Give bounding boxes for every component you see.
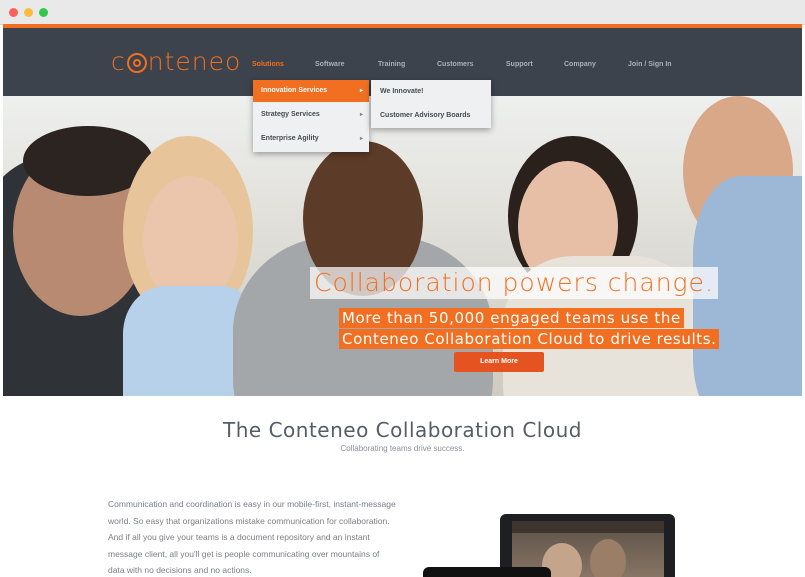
chevron-right-icon: ▸: [359, 136, 363, 142]
section-body-text: Communication and coordination is easy i…: [108, 499, 396, 575]
submenu-item-label: We Innovate!: [380, 88, 424, 95]
learn-more-button[interactable]: Learn More: [454, 352, 544, 372]
tablet-device: [423, 567, 551, 577]
section-subtitle: Collaborating teams drive success.: [340, 444, 465, 453]
dropdown-item-enterprise-agility[interactable]: Enterprise Agility ▸: [253, 128, 369, 150]
dropdown-item-strategy-services[interactable]: Strategy Services ▸: [253, 104, 369, 126]
hero-headline: Collaboration powers change.: [310, 267, 718, 299]
logo-target-icon: [126, 53, 147, 73]
conteneo-logo[interactable]: c nteneo: [111, 47, 241, 76]
chevron-right-icon: ▸: [359, 112, 363, 118]
hero-banner: Collaboration powers change. More than 5…: [3, 96, 802, 396]
page-frame: c nteneo Solutions Software Training Cust…: [3, 24, 802, 577]
submenu-item-label: Customer Advisory Boards: [380, 112, 471, 119]
chevron-right-icon: ▸: [359, 88, 363, 94]
nav-software[interactable]: Software: [315, 61, 345, 68]
innovation-submenu: We Innovate! Customer Advisory Boards: [371, 80, 491, 128]
solutions-dropdown: Innovation Services ▸ Strategy Services …: [253, 80, 369, 152]
hero-subline-2: Conteneo Collaboration Cloud to drive re…: [339, 329, 720, 349]
maximize-window-icon[interactable]: [39, 8, 48, 17]
hero-subline-1: More than 50,000 engaged teams use the: [339, 308, 684, 328]
nav-company[interactable]: Company: [564, 61, 596, 68]
nav-customers[interactable]: Customers: [437, 61, 474, 68]
section-title: The Conteneo Collaboration Cloud: [223, 418, 582, 442]
minimize-window-icon[interactable]: [24, 8, 33, 17]
dropdown-item-label: Innovation Services: [261, 87, 328, 94]
close-window-icon[interactable]: [9, 8, 18, 17]
submenu-item-we-innovate[interactable]: We Innovate!: [371, 80, 491, 104]
nav-join-sign-in[interactable]: Join / Sign In: [628, 61, 672, 68]
nav-training[interactable]: Training: [378, 61, 405, 68]
dropdown-item-label: Strategy Services: [261, 111, 320, 118]
submenu-item-customer-advisory-boards[interactable]: Customer Advisory Boards: [371, 104, 491, 128]
nav-support[interactable]: Support: [506, 61, 533, 68]
browser-chrome: [0, 0, 805, 25]
nav-solutions[interactable]: Solutions: [252, 61, 284, 68]
dropdown-item-innovation-services[interactable]: Innovation Services ▸: [253, 80, 369, 102]
dropdown-item-label: Enterprise Agility: [261, 135, 319, 142]
